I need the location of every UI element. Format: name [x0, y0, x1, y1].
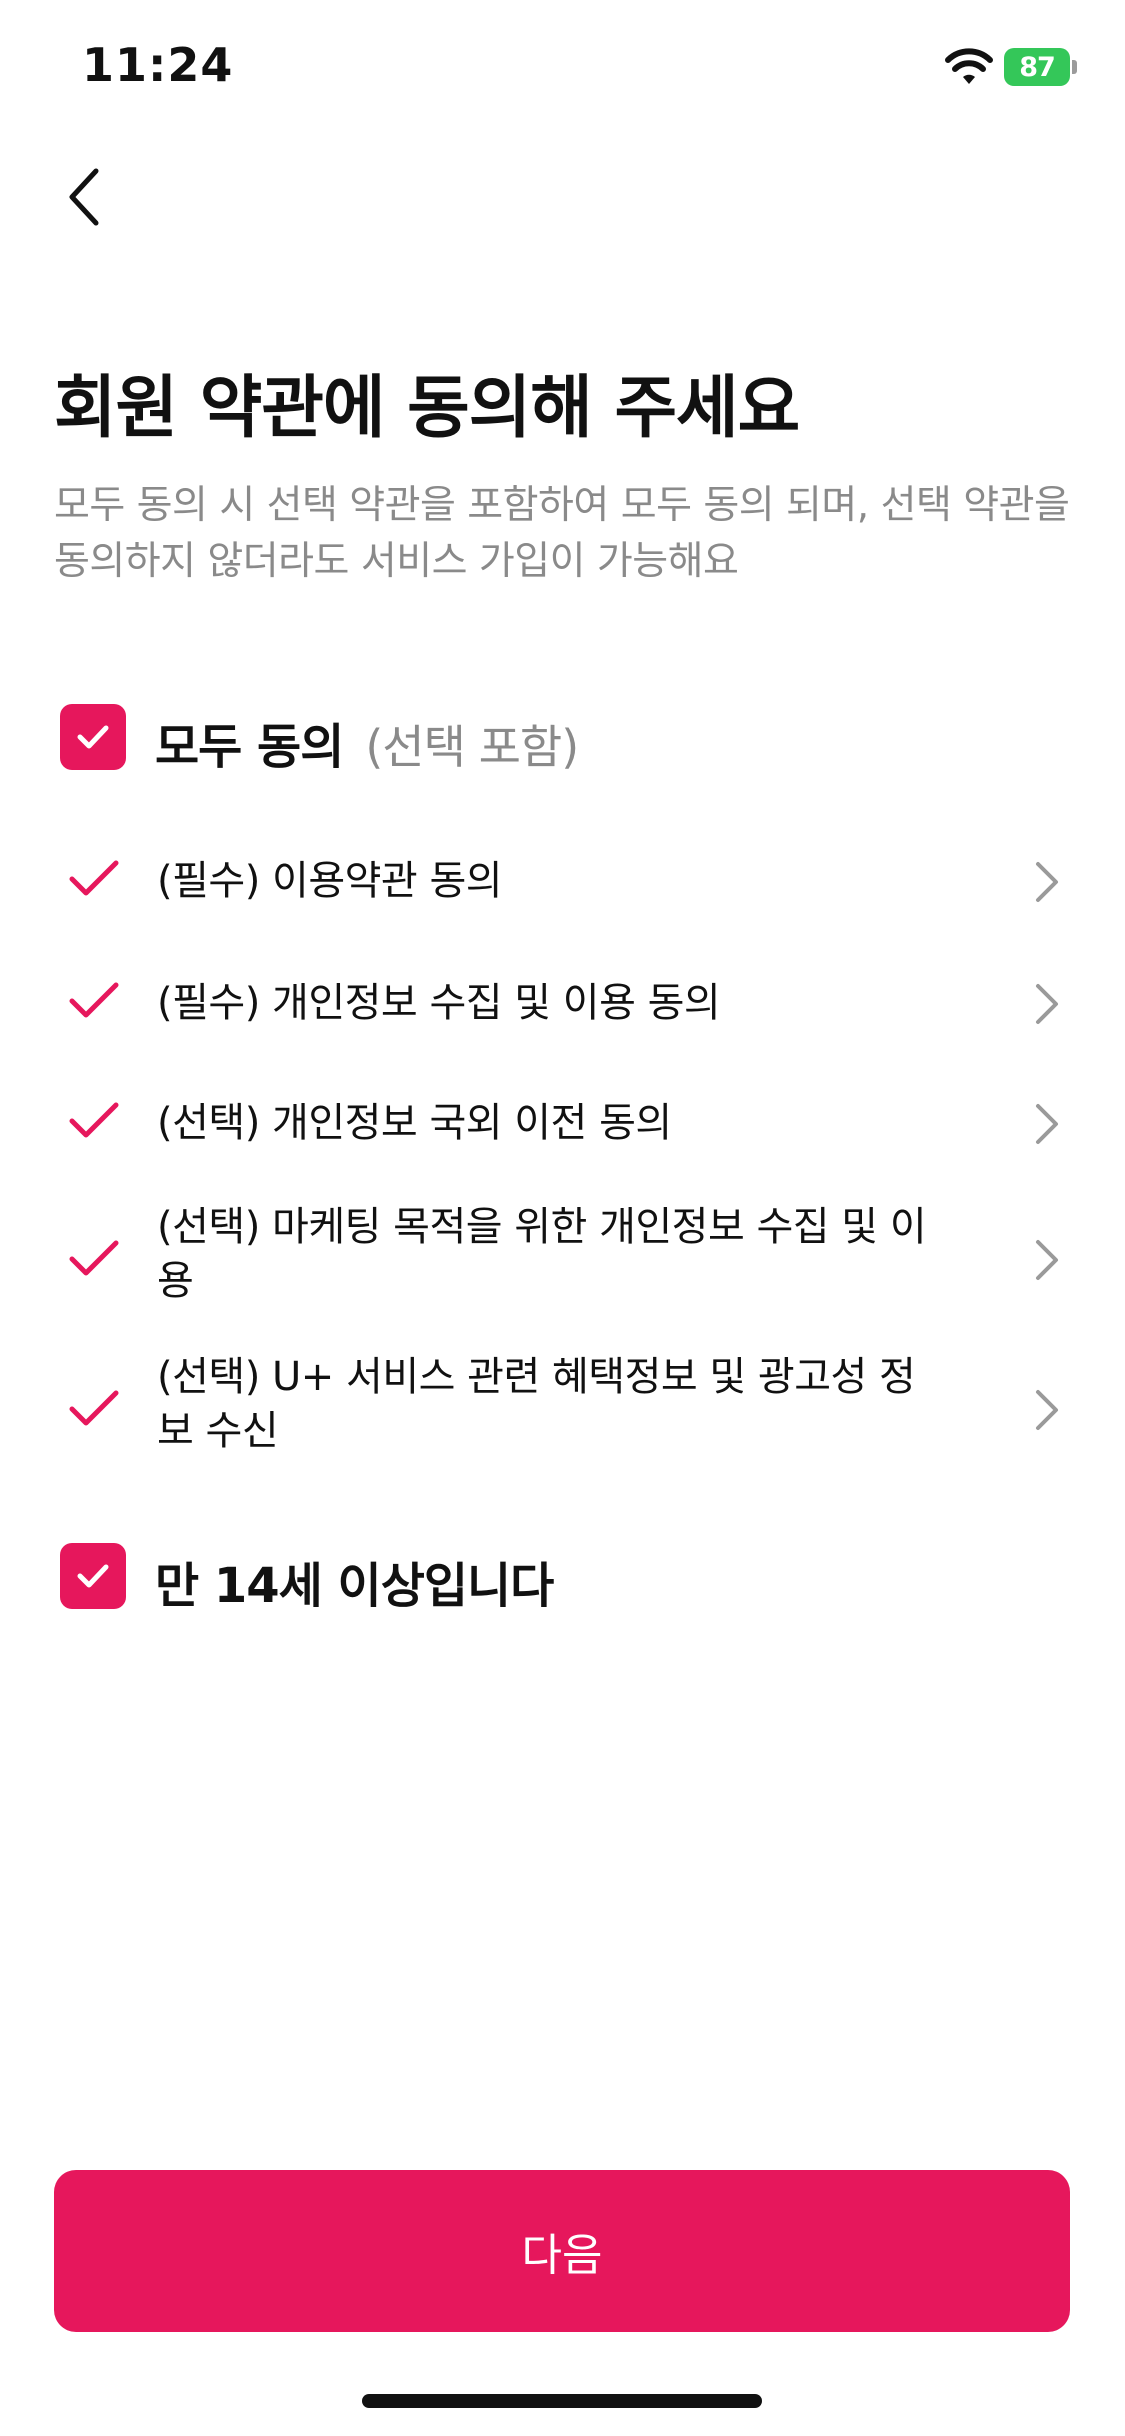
chevron-right-icon [1036, 1390, 1058, 1430]
page-title: 회원 약관에 동의해 주세요 [54, 369, 800, 448]
check-icon [69, 1390, 119, 1426]
chevron-right-icon [1036, 862, 1058, 902]
agree-all-label[interactable]: 모두 동의 (선택 포함) [155, 707, 579, 777]
term-label: (선택) 마케팅 목적을 위한 개인정보 수집 및 이용 [157, 1204, 927, 1304]
check-icon [77, 1564, 109, 1588]
battery-cap [1072, 60, 1077, 74]
term-row-overseas-transfer[interactable]: (선택) 개인정보 국외 이전 동의 [0, 1072, 1125, 1176]
term-label: (선택) 개인정보 국외 이전 동의 [157, 1100, 672, 1146]
battery-icon: 87 [1004, 48, 1070, 86]
term-row-terms-of-use[interactable]: (필수) 이용약관 동의 [0, 830, 1125, 934]
back-button[interactable] [52, 160, 116, 234]
check-icon [69, 1240, 119, 1276]
check-icon [69, 1102, 119, 1138]
wifi-icon [945, 48, 993, 84]
check-icon [69, 982, 119, 1018]
term-label: (필수) 이용약관 동의 [157, 858, 503, 904]
next-button[interactable]: 다음 [54, 2170, 1070, 2332]
check-icon [69, 860, 119, 896]
battery-level: 87 [1019, 51, 1056, 83]
chevron-left-icon [69, 168, 99, 226]
agree-all-checkbox[interactable] [60, 704, 126, 770]
age-confirm-label[interactable]: 만 14세 이상입니다 [155, 1546, 554, 1616]
page-description: 모두 동의 시 선택 약관을 포함하여 모두 동의 되며, 선택 약관을 동의하… [54, 483, 1070, 584]
agree-all-text: 모두 동의 [155, 719, 344, 775]
home-indicator[interactable] [362, 2394, 762, 2408]
terms-agreement-screen: 11:24 87 회원 약관에 동의해 주세요 모두 동의 시 선택 약관을 포… [0, 0, 1125, 2436]
term-row-marketing[interactable]: (선택) 마케팅 목적을 위한 개인정보 수집 및 이용 [0, 1190, 1125, 1330]
term-row-privacy-collection[interactable]: (필수) 개인정보 수집 및 이용 동의 [0, 952, 1125, 1056]
chevron-right-icon [1036, 1240, 1058, 1280]
term-label: (필수) 개인정보 수집 및 이용 동의 [157, 980, 721, 1026]
term-row-uplus-ads[interactable]: (선택) U+ 서비스 관련 혜택정보 및 광고성 정보 수신 [0, 1340, 1125, 1480]
term-label: (선택) U+ 서비스 관련 혜택정보 및 광고성 정보 수신 [157, 1354, 916, 1454]
chevron-right-icon [1036, 1104, 1058, 1144]
check-icon [77, 725, 109, 749]
status-bar: 11:24 87 [0, 0, 1125, 140]
agree-all-sub-label: (선택 포함) [365, 720, 579, 774]
age-confirm-checkbox[interactable] [60, 1543, 126, 1609]
status-time: 11:24 [82, 38, 234, 92]
chevron-right-icon [1036, 984, 1058, 1024]
